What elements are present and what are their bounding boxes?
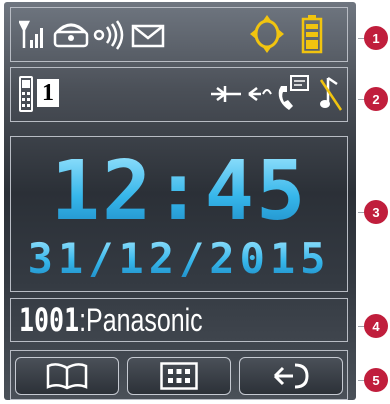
line-number: 1: [37, 79, 59, 107]
navigation-key-icon: [250, 15, 284, 53]
time-display: 12:45: [11, 147, 347, 237]
intercom-icon: [53, 23, 89, 48]
softkey-bar: [10, 350, 348, 400]
menu-icon: [160, 362, 198, 390]
call-status-bar: 1: [10, 67, 348, 122]
call-diversion-icon: [211, 86, 241, 102]
callout-badge-3: 3: [364, 200, 388, 224]
phonebook-softkey[interactable]: [15, 357, 119, 395]
extension-number: 1001: [19, 301, 80, 339]
call-waiting-icon: [248, 87, 272, 101]
callout-badge-1: 1: [364, 26, 388, 50]
missed-call-icon: [278, 75, 309, 110]
callout-badge-2: 2: [364, 87, 388, 111]
back-softkey[interactable]: [239, 357, 343, 395]
handset-name-area: 1001:Panasonic: [10, 298, 348, 342]
battery-icon: [301, 15, 323, 54]
handset-display: 1 12:45 31/12/2015 1001:Panasonic: [4, 2, 356, 400]
handset-name: 1001:Panasonic: [19, 301, 203, 339]
date-display: 31/12/2015: [11, 235, 347, 283]
handset-icon: [19, 76, 33, 112]
separator: :: [79, 302, 87, 338]
menu-softkey[interactable]: [127, 357, 231, 395]
clock-area: 12:45 31/12/2015: [10, 136, 348, 292]
handset-label: Panasonic: [86, 302, 203, 338]
callout-badge-4: 4: [364, 314, 388, 338]
signal-strength-icon: [19, 20, 43, 48]
silent-mode-icon: [319, 76, 343, 111]
phonebook-icon: [46, 363, 88, 390]
status-icon-bar: [10, 7, 348, 62]
back-icon: [273, 363, 309, 389]
callout-badge-5: 5: [364, 368, 388, 392]
ringer-icon: [93, 20, 124, 50]
message-icon: [131, 24, 165, 48]
